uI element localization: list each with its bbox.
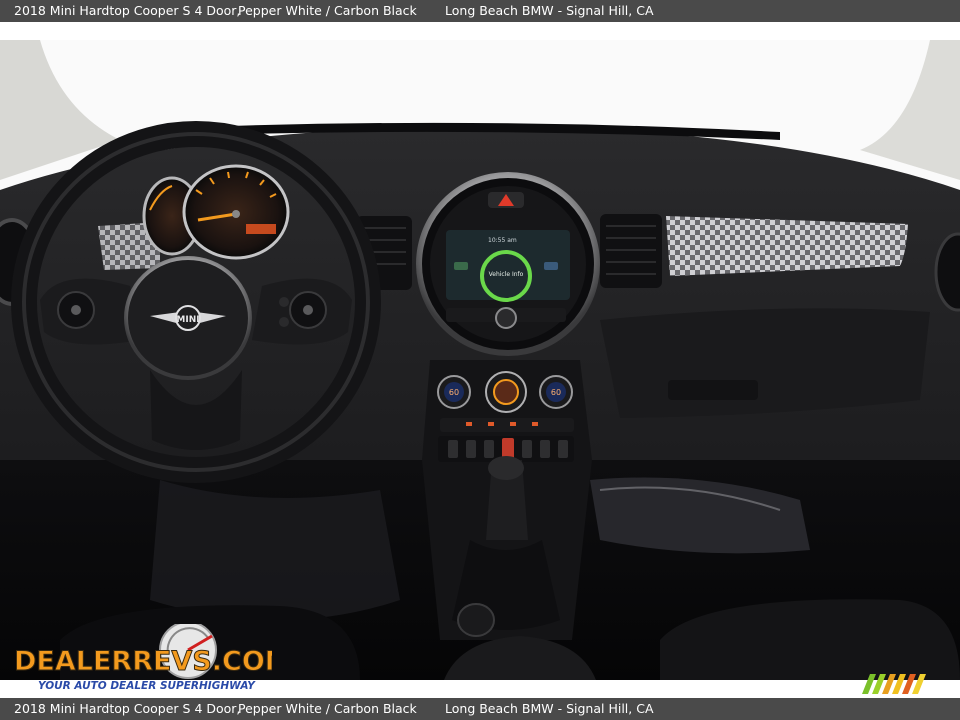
caption-vehicle-bottom: 2018 Mini Hardtop Cooper S 4 Door, (14, 701, 241, 716)
top-caption-bar: 2018 Mini Hardtop Cooper S 4 Door, Peppe… (0, 0, 960, 22)
watermark-brand: DEALERREVS.COM (14, 646, 272, 677)
glovebox (600, 308, 930, 418)
caption-colors: Pepper White / Carbon Black (238, 3, 417, 18)
floor-mat-left (150, 480, 400, 620)
caption-colors-bottom: Pepper White / Carbon Black (238, 701, 417, 716)
checker-trim-right (666, 216, 908, 276)
screen-label: Vehicle Info (489, 271, 524, 278)
interior-photo: MINI 10:55 am Vehicle Info 60 60 (0, 40, 960, 680)
climate-right-temp: 60 (551, 388, 561, 397)
dealerrevs-logo: DEALERREVS.COM YOUR AUTO DEALER SUPERHIG… (12, 621, 292, 694)
caption-dealer: Long Beach BMW - Signal Hill, CA (445, 3, 654, 18)
bottom-caption-bar: 2018 Mini Hardtop Cooper S 4 Door, Peppe… (0, 698, 960, 720)
caption-dealer-bottom: Long Beach BMW - Signal Hill, CA (445, 701, 654, 716)
watermark-tagline: YOUR AUTO DEALER SUPERHIGHWAY (38, 680, 256, 692)
screen-time: 10:55 am (488, 237, 517, 244)
caption-vehicle: 2018 Mini Hardtop Cooper S 4 Door, (14, 3, 241, 18)
steering-badge-text: MINI (176, 315, 199, 325)
stripes-logo (856, 674, 934, 694)
climate-controls: 60 60 (437, 371, 573, 413)
climate-left-temp: 60 (449, 388, 459, 397)
